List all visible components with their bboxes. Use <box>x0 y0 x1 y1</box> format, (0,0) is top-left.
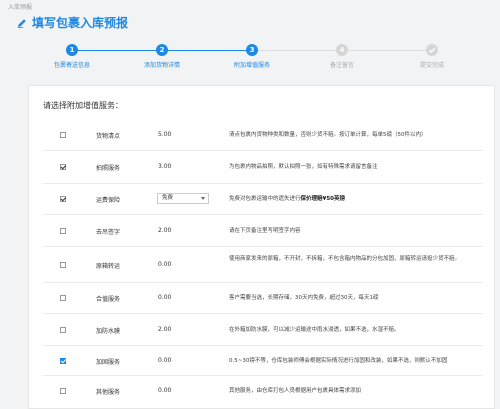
service-price: 2.00 <box>158 227 172 234</box>
service-price: 0.00 <box>158 261 172 268</box>
service-desc: 其他服务，由仓库打包人员根据用户包裹具体需求添加 <box>229 388 362 394</box>
service-name: 合值服务 <box>96 296 121 303</box>
service-desc: 清点包裹内货物种类和数量，否则少货不赔。按订单计算，每单5磅（50件以内） <box>229 132 427 138</box>
step-4: 4 备注留言 <box>297 44 387 69</box>
service-desc: 客户需要当选，长期存储，30天内免费，超过30天，每天1磅 <box>229 295 379 301</box>
step-2: 2 添加货物详情 <box>117 44 207 69</box>
step-label: 提交完成 <box>419 62 444 69</box>
service-checkbox[interactable] <box>60 228 66 234</box>
service-desc: 免费对包裹运输中的遗失进行保价理赔¥50英镑 <box>229 195 479 204</box>
service-checkbox[interactable] <box>60 388 66 394</box>
step-number: 4 <box>336 44 348 56</box>
service-row: 其他服务 0.00 其他服务，由仓库打包人员根据用户包裹具体需求添加 <box>43 376 483 408</box>
service-desc: 使用商家发来的原箱，不开封，不拆箱，不包含箱内物品的分包加固，原箱转运请投少货不… <box>229 256 461 262</box>
step-5: 提交完成 <box>387 44 477 69</box>
step-label: 备注留言 <box>329 62 354 69</box>
service-name: 原箱转运 <box>96 263 121 270</box>
service-price: 0.00 <box>158 387 172 394</box>
service-name: 去吊签字 <box>96 229 121 236</box>
pencil-icon <box>16 17 28 29</box>
service-price: 2.00 <box>158 326 172 333</box>
service-name: 货物清点 <box>96 133 121 140</box>
service-checkbox[interactable] <box>60 132 66 138</box>
service-row: 拍照服务 3.00 为包裹内物品拍照，默认拍照一张，如有特殊需求请留言备注 <box>43 151 483 184</box>
step-label: 添加货物详情 <box>143 62 180 69</box>
step-3: 3 附加增值服务 <box>207 44 297 69</box>
step-label: 包裹寄送信息 <box>53 62 90 69</box>
service-row: 运费保险 免费 免费对包裹运输中的遗失进行保价理赔¥50英镑 <box>43 184 483 215</box>
service-row: 合值服务 0.00 客户需要当选，长期存储，30天内免费，超过30天，每天1磅 <box>43 283 483 314</box>
service-name: 加固服务 <box>96 359 121 366</box>
service-name: 加防水膜 <box>96 328 121 335</box>
service-checkbox[interactable] <box>60 164 66 170</box>
service-desc: 请在下页备注里写明签字内容 <box>229 228 301 234</box>
service-desc-text: 免费对包裹运输中的遗失进行 <box>229 196 301 202</box>
step-1: 1 包裹寄送信息 <box>27 44 117 69</box>
service-desc-bold: 保价理赔¥50英镑 <box>300 196 345 202</box>
service-row: 货物清点 5.00 清点包裹内货物种类和数量，否则少货不赔。按订单计算，每单5磅… <box>43 120 483 151</box>
page-title: 填写包裹入库预报 <box>32 16 129 30</box>
services-panel: 请选择附加增值服务： 货物清点 5.00 清点包裹内货物种类和数量，否则少货不赔… <box>28 85 495 409</box>
service-desc: 在外箱加防水膜，可以减少运输途中雨水浸透，如果不选，水湿不赔。 <box>229 327 400 333</box>
service-price: 5.00 <box>158 131 172 138</box>
chevron-down-icon <box>201 197 205 200</box>
service-checkbox[interactable] <box>60 196 66 202</box>
service-desc: 0.5~30镑不等，仓库包装师傅会根据实际情况进行加固和改装，如果不选，则默认不… <box>229 358 448 364</box>
step-number: 1 <box>66 44 78 56</box>
insurance-select-value: 免费 <box>162 195 174 201</box>
service-checkbox[interactable] <box>60 262 66 268</box>
service-name: 其他服务 <box>96 389 121 396</box>
step-number: 3 <box>246 44 258 56</box>
service-row: 去吊签字 2.00 请在下页备注里写明签字内容 <box>43 215 483 247</box>
breadcrumb[interactable]: 入库预报 <box>8 2 32 11</box>
service-checkbox[interactable] <box>60 295 66 301</box>
service-row: 原箱转运 0.00 使用商家发来的原箱，不开封，不拆箱，不包含箱内物品的分包加固… <box>43 247 483 283</box>
service-price: 0.00 <box>158 294 172 301</box>
step-number: 2 <box>156 44 168 56</box>
service-checkbox[interactable] <box>60 358 66 364</box>
service-name: 运费保险 <box>96 197 121 204</box>
step-label: 附加增值服务 <box>233 62 270 69</box>
progress-steps: 1 包裹寄送信息 2 添加货物详情 3 附加增值服务 4 备注留言 提交完成 <box>0 40 500 76</box>
page-header: 填写包裹入库预报 <box>16 14 128 31</box>
service-price: 0.00 <box>158 357 172 364</box>
service-row: 加固服务 0.00 0.5~30镑不等，仓库包装师傅会根据实际情况进行加固和改装… <box>43 346 483 376</box>
check-icon <box>426 44 438 56</box>
insurance-select[interactable]: 免费 <box>157 193 209 204</box>
service-row: 加防水膜 2.00 在外箱加防水膜，可以减少运输途中雨水浸透，如果不选，水湿不赔… <box>43 314 483 346</box>
service-price: 3.00 <box>158 163 172 170</box>
panel-heading: 请选择附加增值服务： <box>43 101 123 110</box>
service-checkbox[interactable] <box>60 327 66 333</box>
service-desc: 为包裹内物品拍照，默认拍照一张，如有特殊需求请留言备注 <box>229 164 378 170</box>
service-name: 拍照服务 <box>96 165 121 172</box>
